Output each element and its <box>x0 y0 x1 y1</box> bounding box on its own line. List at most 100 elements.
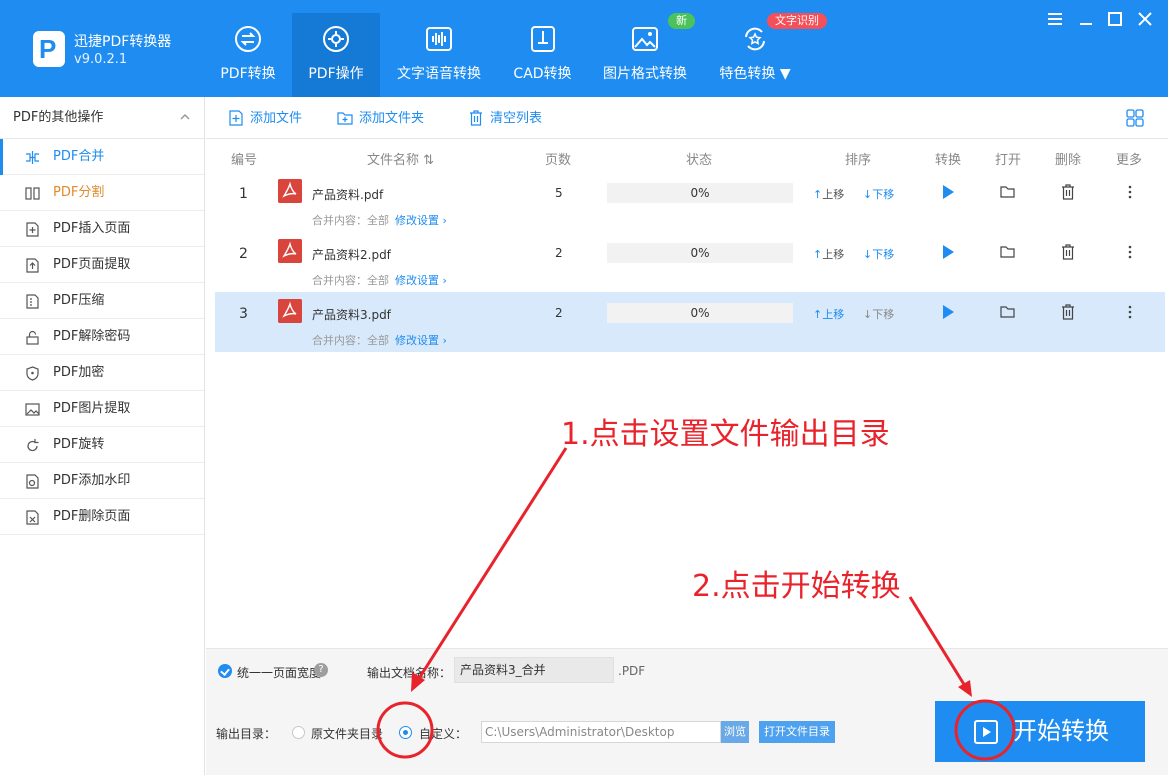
folder-open-icon[interactable] <box>1000 244 1016 260</box>
custom-folder-radio[interactable] <box>399 726 412 739</box>
tab-label: 文字语音转换 <box>397 66 481 82</box>
header-sort: 排序 <box>845 153 872 168</box>
minimize-icon[interactable] <box>1077 10 1095 28</box>
edit-settings-link[interactable]: 修改设置 › <box>395 334 447 347</box>
sidebar-item-unlock[interactable]: PDF解除密码 <box>0 319 204 355</box>
extension-label: .PDF <box>618 664 646 678</box>
trash-icon <box>470 110 482 126</box>
extract-page-icon <box>26 258 39 273</box>
tab-cad-convert[interactable]: CAD转换 <box>500 13 585 97</box>
unify-width-label: 统一一页面宽度 <box>237 666 322 680</box>
start-convert-label: 开始转换 <box>1013 717 1109 745</box>
table-row[interactable]: 2 产品资料2.pdf 合并内容：全部 修改设置 › 2 0% ↑上移 ↓下移 <box>215 234 1165 294</box>
sidebar-title: PDF的其他操作 <box>13 110 104 125</box>
maximize-icon[interactable] <box>1106 10 1124 28</box>
ocr-badge: 文字识别 <box>767 13 827 29</box>
edit-settings-link[interactable]: 修改设置 › <box>395 274 447 287</box>
sidebar-item-insert-page[interactable]: PDF插入页面 <box>0 211 204 247</box>
table-row-selected[interactable]: 3 产品资料3.pdf 合并内容：全部 修改设置 › 2 0% ↑上移 ↓下移 <box>215 292 1165 352</box>
sidebar-item-encrypt[interactable]: PDF加密 <box>0 355 204 391</box>
annotation-step2: 2.点击开始转换 <box>692 569 901 604</box>
tab-pdf-operations[interactable]: PDF操作 <box>292 13 380 97</box>
sidebar-item-image-extract[interactable]: PDF图片提取 <box>0 391 204 427</box>
header-more: 更多 <box>1116 153 1143 168</box>
trash-icon[interactable] <box>1060 244 1076 260</box>
move-down-button[interactable]: ↓下移 <box>863 246 894 262</box>
header-status: 状态 <box>686 153 713 168</box>
original-folder-radio[interactable] <box>292 726 305 739</box>
sidebar-item-watermark[interactable]: PDF添加水印 <box>0 463 204 499</box>
output-name-input[interactable]: 产品资料3_合并 <box>454 657 614 683</box>
close-icon[interactable] <box>1136 10 1154 28</box>
merge-info: 合并内容：全部 修改设置 › <box>312 334 447 347</box>
play-icon[interactable] <box>940 304 956 320</box>
tab-label: 图片格式转换 <box>603 66 687 82</box>
progress-bar: 0% <box>607 303 793 323</box>
pdf-file-icon <box>278 179 302 203</box>
browse-button[interactable]: 浏览 <box>721 721 749 743</box>
menu-icon[interactable] <box>1046 10 1064 28</box>
move-down-button[interactable]: ↓下移 <box>863 186 894 202</box>
header-name[interactable]: 文件名称 ⇅ <box>367 149 434 168</box>
delete-page-icon <box>26 510 39 525</box>
folder-open-icon[interactable] <box>1000 184 1016 200</box>
file-name: 产品资料3.pdf <box>312 308 391 322</box>
annotation-arrow <box>416 447 568 681</box>
clear-list-label: 清空列表 <box>490 111 543 126</box>
sidebar-item-delete-page[interactable]: PDF删除页面 <box>0 499 204 535</box>
more-icon[interactable] <box>1122 244 1138 260</box>
tab-text-speech[interactable]: 文字语音转换 <box>388 13 490 97</box>
start-convert-button[interactable]: 开始转换 <box>935 701 1145 762</box>
play-icon[interactable] <box>940 184 956 200</box>
help-icon[interactable]: ? <box>314 663 328 677</box>
more-icon[interactable] <box>1122 304 1138 320</box>
output-path-input[interactable]: C:\Users\Administrator\Desktop <box>481 721 721 743</box>
edit-settings-link[interactable]: 修改设置 › <box>395 214 447 227</box>
merge-info: 合并内容：全部 修改设置 › <box>312 274 447 287</box>
folder-open-icon[interactable] <box>1000 304 1016 320</box>
sidebar-header[interactable]: PDF的其他操作 <box>0 97 204 139</box>
tab-label: 特色转换 ▼ <box>719 66 791 82</box>
sidebar-item-extract-page[interactable]: PDF页面提取 <box>0 247 204 283</box>
merge-icon <box>26 151 39 164</box>
row-number: 2 <box>239 246 248 262</box>
sidebar-item-split[interactable]: PDF分割 <box>0 175 204 211</box>
table-row[interactable]: 1 产品资料.pdf 合并内容：全部 修改设置 › 5 0% ↑上移 ↓下移 <box>215 174 1165 234</box>
page-count: 2 <box>555 306 563 320</box>
sidebar-item-label: PDF加密 <box>53 365 105 380</box>
move-up-button[interactable]: ↑上移 <box>813 186 844 202</box>
pdf-file-icon <box>278 299 302 323</box>
custom-folder-label: 自定义： <box>419 727 468 741</box>
move-down-button[interactable]: ↓下移 <box>863 306 894 322</box>
swap-icon <box>235 26 261 52</box>
clear-list-button[interactable]: 清空列表 <box>468 110 542 127</box>
play-icon[interactable] <box>940 244 956 260</box>
sidebar-item-label: PDF添加水印 <box>53 473 131 488</box>
sidebar: PDF的其他操作 PDF合并 PDF分割 PDF插入页面 PDF页面提取 PDF… <box>0 97 205 775</box>
add-folder-button[interactable]: 添加文件夹 <box>337 110 424 127</box>
open-folder-button[interactable]: 打开文件目录 <box>759 721 835 743</box>
add-file-button[interactable]: 添加文件 <box>228 110 302 127</box>
sidebar-item-label: PDF合并 <box>53 149 105 164</box>
sidebar-item-compress[interactable]: PDF压缩 <box>0 283 204 319</box>
grid-view-icon[interactable] <box>1126 109 1144 127</box>
compress-icon <box>26 294 39 309</box>
trash-icon[interactable] <box>1060 184 1076 200</box>
watermark-icon <box>26 474 39 489</box>
chevron-up-icon <box>180 113 190 120</box>
table-header: 编号 文件名称 ⇅ 页数 状态 排序 转换 打开 删除 更多 <box>206 140 1168 174</box>
trash-icon[interactable] <box>1060 304 1076 320</box>
split-icon <box>25 187 40 200</box>
sidebar-item-merge[interactable]: PDF合并 <box>0 139 204 175</box>
more-icon[interactable] <box>1122 184 1138 200</box>
original-folder-label: 原文件夹目录 <box>311 727 384 741</box>
unify-width-checkbox[interactable] <box>218 664 232 678</box>
sidebar-item-label: PDF旋转 <box>53 437 105 452</box>
add-folder-label: 添加文件夹 <box>359 111 425 126</box>
move-up-button[interactable]: ↑上移 <box>813 246 844 262</box>
tab-pdf-convert[interactable]: PDF转换 <box>204 13 292 97</box>
add-file-label: 添加文件 <box>250 111 303 126</box>
sidebar-item-rotate[interactable]: PDF旋转 <box>0 427 204 463</box>
move-up-button[interactable]: ↑上移 <box>813 306 844 322</box>
sidebar-item-label: PDF删除页面 <box>53 509 131 524</box>
